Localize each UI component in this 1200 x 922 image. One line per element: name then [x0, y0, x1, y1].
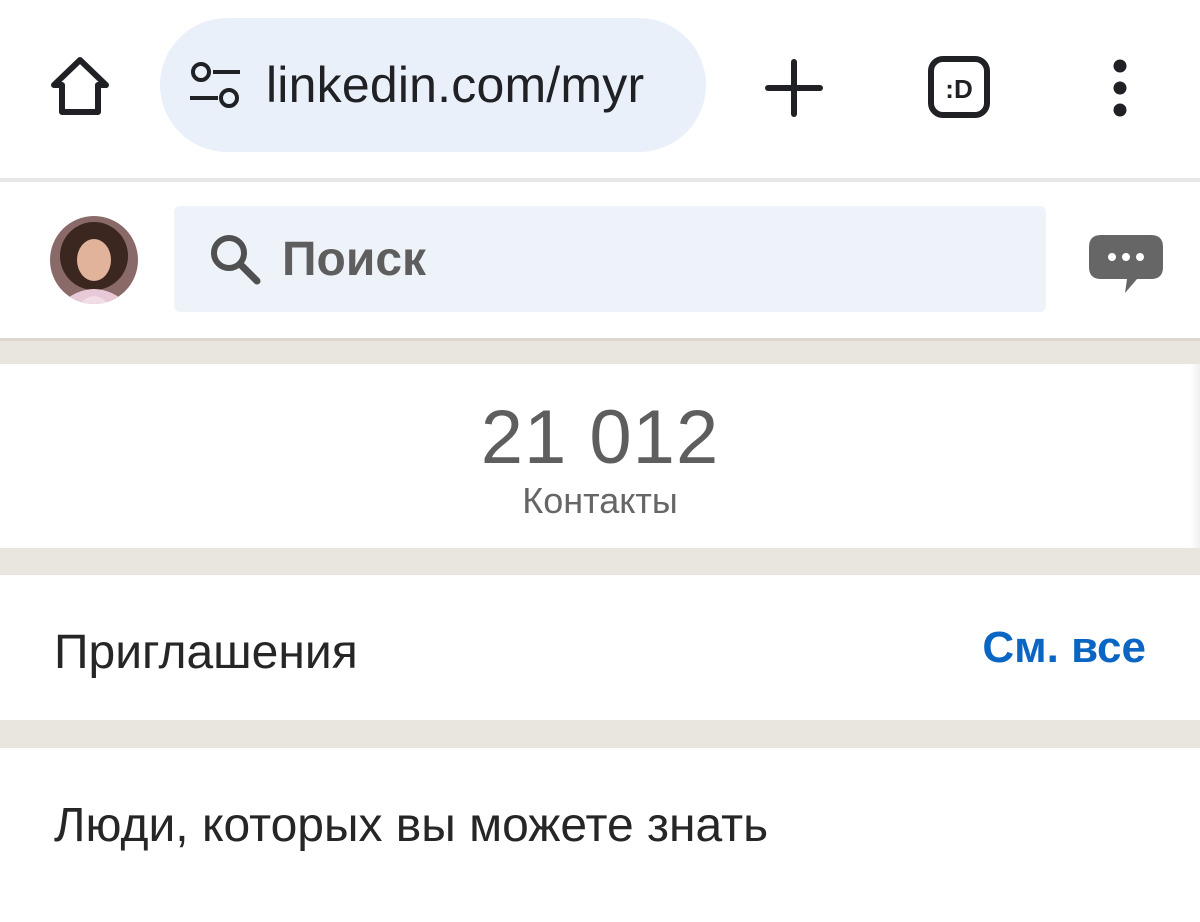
tab-switcher-icon: :D	[928, 56, 990, 118]
section-divider	[0, 720, 1200, 748]
people-you-may-know-title: Люди, которых вы можете знать	[54, 799, 769, 852]
invitations-section: Приглашения См. все	[0, 575, 1200, 720]
avatar[interactable]	[50, 216, 138, 304]
svg-text::D: :D	[945, 74, 972, 104]
search-bar[interactable]: Поиск	[174, 206, 1046, 312]
home-button[interactable]	[44, 50, 116, 122]
card-edge-shadow	[1190, 364, 1200, 548]
address-bar[interactable]: linkedin.com/myr	[160, 18, 706, 152]
linkedin-header: Поиск	[0, 182, 1200, 338]
tune-icon	[190, 62, 240, 108]
tab-switcher-button[interactable]: :D	[926, 54, 992, 120]
messaging-button[interactable]	[1086, 228, 1166, 298]
invitations-title: Приглашения	[54, 626, 358, 679]
messaging-icon	[1089, 235, 1163, 293]
home-icon	[51, 57, 109, 115]
contacts-label: Контакты	[522, 480, 678, 521]
avatar-image	[50, 216, 138, 304]
site-settings-button[interactable]	[186, 56, 244, 114]
see-all-invitations-link[interactable]: См. все	[982, 623, 1146, 673]
browser-menu-button[interactable]	[1094, 52, 1146, 124]
plus-icon	[765, 59, 823, 117]
section-divider	[0, 338, 1200, 364]
new-tab-button[interactable]	[758, 52, 830, 124]
browser-toolbar: linkedin.com/myr :D	[0, 0, 1200, 180]
contacts-count: 21 012	[480, 395, 720, 480]
section-divider	[0, 548, 1200, 575]
search-placeholder: Поиск	[282, 232, 427, 286]
contacts-card[interactable]: 21 012 Контакты	[0, 364, 1200, 548]
url-text: linkedin.com/myr	[266, 57, 645, 113]
people-you-may-know-section: Люди, которых вы можете знать	[0, 748, 1200, 922]
search-icon	[206, 230, 264, 288]
more-vert-icon	[1113, 59, 1127, 117]
